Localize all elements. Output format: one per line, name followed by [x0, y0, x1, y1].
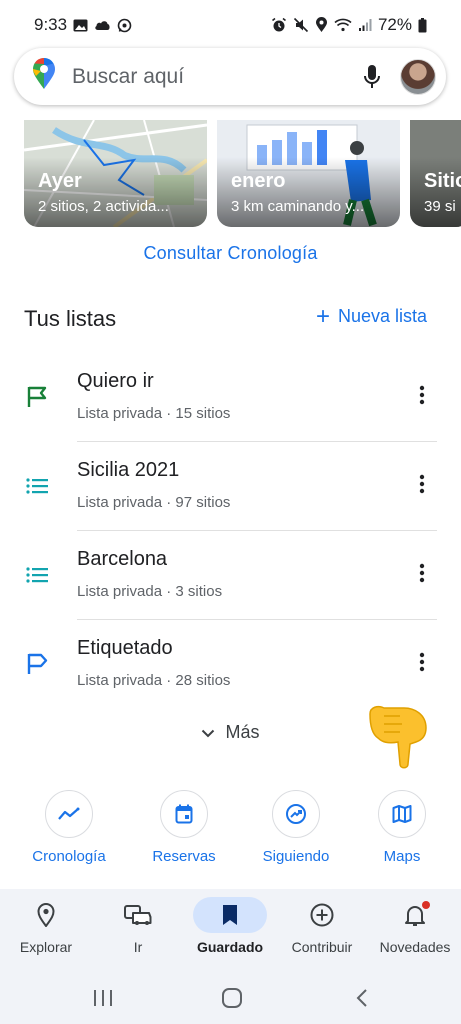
chevron-down-icon	[201, 722, 215, 743]
system-navigation	[0, 971, 461, 1024]
list-subtitle: Lista privada · 3 sitios	[77, 583, 223, 600]
status-time: 9:33	[34, 15, 68, 34]
consult-timeline-link[interactable]: Consultar Cronología	[0, 243, 461, 264]
list-item[interactable]: Barcelona Lista privada · 3 sitios	[0, 530, 461, 619]
card-subtitle: 2 sitios, 2 activida...	[38, 198, 169, 215]
plus-icon: +	[315, 302, 330, 330]
recent-apps-icon[interactable]	[83, 983, 123, 1013]
quick-action-label: Reservas	[152, 848, 216, 865]
card-subtitle: 39 si	[424, 198, 456, 215]
signal-icon	[358, 18, 372, 32]
search-bar[interactable]: Buscar aquí	[14, 48, 446, 105]
nav-novedades[interactable]: Novedades	[369, 889, 461, 955]
nav-label: Ir	[133, 939, 143, 955]
nav-label: Novedades	[379, 939, 451, 955]
list-item[interactable]: Etiquetado Lista privada · 28 sitios	[0, 619, 461, 708]
map-icon	[378, 790, 426, 838]
nav-label: Explorar	[19, 939, 73, 955]
status-bar: 9:33 72%	[0, 0, 461, 50]
card-ayer[interactable]: Ayer 2 sitios, 2 activida...	[24, 120, 207, 227]
card-title: Ayer	[38, 170, 82, 192]
card-subtitle: 3 km caminando y...	[231, 198, 365, 215]
card-enero[interactable]: enero 3 km caminando y...	[217, 120, 400, 227]
quick-action-following[interactable]: Siguiendo	[246, 790, 346, 865]
maps-logo-icon	[32, 58, 56, 95]
add-circle-icon	[285, 897, 359, 933]
timeline-icon	[45, 790, 93, 838]
quick-action-label: Cronología	[32, 848, 106, 865]
nav-contribuir[interactable]: Contribuir	[276, 889, 368, 955]
avatar[interactable]	[400, 58, 436, 95]
notification-badge	[422, 901, 430, 909]
quick-action-timeline[interactable]: Cronología	[19, 790, 119, 865]
list-icon	[25, 562, 51, 588]
gallery-icon	[73, 19, 88, 32]
new-list-button[interactable]: + Nueva lista	[315, 302, 427, 330]
nav-label: Contribuir	[291, 939, 353, 955]
location-icon	[315, 17, 328, 33]
pointing-hand-icon	[364, 702, 430, 775]
following-icon	[272, 790, 320, 838]
nav-guardado[interactable]: Guardado	[184, 889, 276, 955]
lists-heading: Tus listas	[24, 306, 117, 331]
microphone-icon[interactable]	[352, 57, 392, 97]
new-list-label: Nueva lista	[337, 306, 427, 326]
flag-icon	[25, 384, 51, 410]
mute-icon	[293, 17, 309, 33]
search-input[interactable]: Buscar aquí	[72, 65, 352, 89]
list-subtitle: Lista privada · 97 sitios	[77, 494, 231, 511]
card-sitios[interactable]: Sitio 39 si	[410, 120, 461, 227]
show-more-label: Más	[225, 722, 260, 742]
list-item[interactable]: Sicilia 2021 Lista privada · 97 sitios	[0, 441, 461, 530]
alarm-icon	[271, 17, 287, 33]
back-icon[interactable]	[342, 983, 382, 1013]
more-vert-icon[interactable]	[405, 645, 439, 679]
quick-action-label: Maps	[383, 848, 421, 865]
list-item[interactable]: Quiero ir Lista privada · 15 sitios	[0, 352, 461, 441]
nav-label: Guardado	[196, 939, 264, 955]
battery-percent: 72%	[377, 15, 412, 34]
whatsapp-icon	[117, 18, 132, 33]
card-title: Sitio	[424, 170, 461, 192]
list-title: Barcelona	[77, 548, 168, 570]
nav-ir[interactable]: Ir	[92, 889, 184, 955]
bell-icon	[378, 897, 452, 933]
list-title: Sicilia 2021	[77, 459, 180, 481]
more-vert-icon[interactable]	[405, 378, 439, 412]
home-icon[interactable]	[212, 983, 252, 1013]
cloud-icon	[94, 19, 111, 31]
car-icon	[101, 897, 175, 933]
bottom-navigation: Explorar Ir Guardado Contribuir Novedade…	[0, 889, 461, 971]
quick-action-reservations[interactable]: Reservas	[134, 790, 234, 865]
bookmark-icon	[193, 897, 267, 933]
list-title: Etiquetado	[77, 637, 173, 659]
more-vert-icon[interactable]	[405, 556, 439, 590]
calendar-icon	[160, 790, 208, 838]
location-pin-icon	[9, 897, 83, 933]
quick-action-maps[interactable]: Maps	[352, 790, 452, 865]
label-flag-icon	[25, 651, 51, 677]
card-title: enero	[231, 170, 286, 192]
more-vert-icon[interactable]	[405, 467, 439, 501]
battery-icon	[418, 17, 427, 33]
list-subtitle: Lista privada · 15 sitios	[77, 405, 231, 422]
nav-explorar[interactable]: Explorar	[0, 889, 92, 955]
list-subtitle: Lista privada · 28 sitios	[77, 672, 231, 689]
wifi-icon	[334, 18, 352, 32]
list-title: Quiero ir	[77, 370, 154, 392]
list-icon	[25, 473, 51, 499]
timeline-cards: Ayer 2 sitios, 2 activida... enero 3 km …	[24, 120, 461, 227]
quick-action-label: Siguiendo	[262, 848, 330, 865]
